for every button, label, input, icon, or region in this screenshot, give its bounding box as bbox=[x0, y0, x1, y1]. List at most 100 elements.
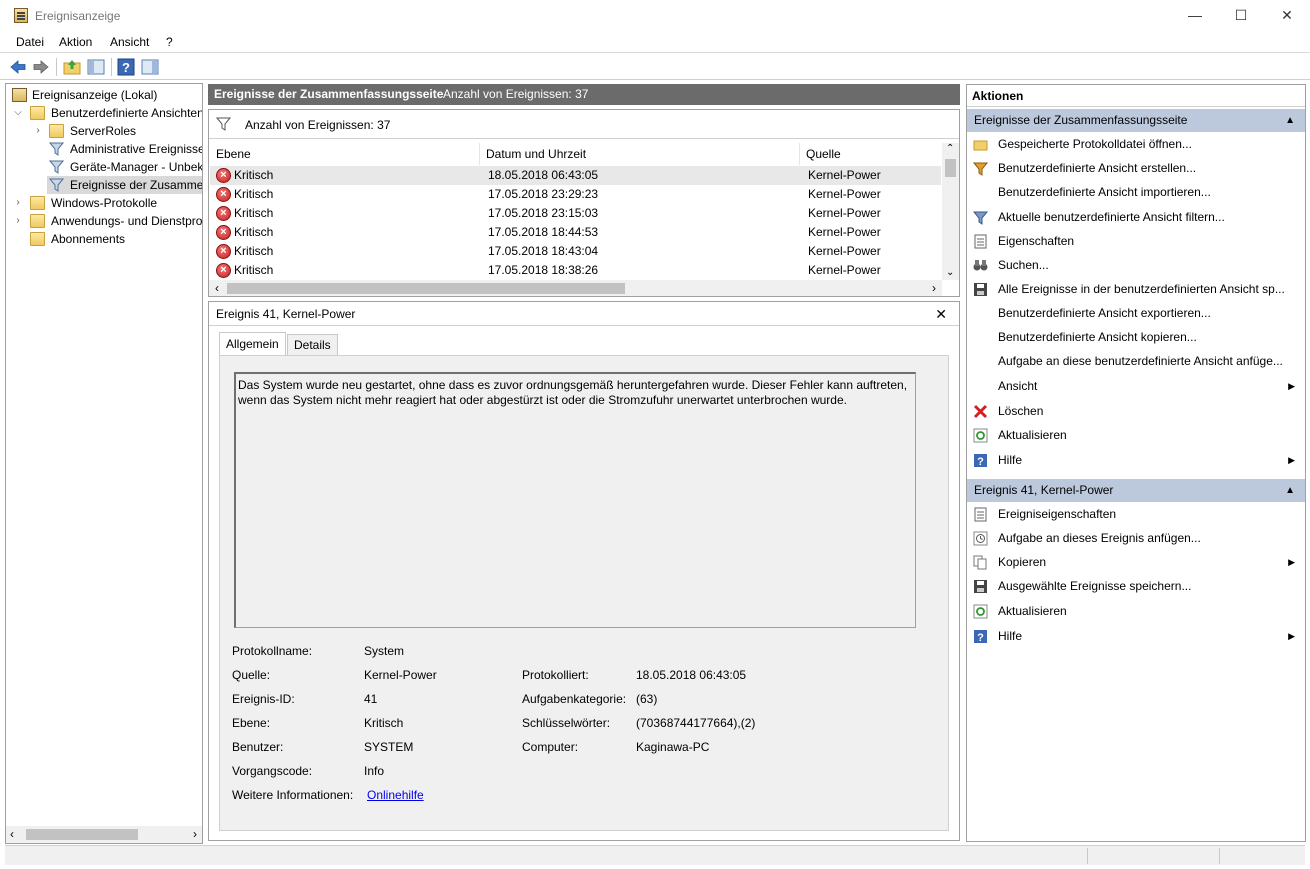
scroll-down-icon[interactable]: ⌄ bbox=[946, 267, 954, 278]
scroll-thumb[interactable] bbox=[227, 283, 625, 294]
event-description[interactable]: Das System wurde neu gestartet, ohne das… bbox=[234, 372, 916, 628]
tree-item-windows-logs[interactable]: › Windows-Protokolle bbox=[6, 194, 202, 212]
horizontal-scrollbar[interactable]: ‹ › bbox=[6, 826, 202, 843]
tree-item-root[interactable]: Ereignisanzeige (Lokal) bbox=[6, 86, 202, 104]
tree-item-serverroles[interactable]: › ServerRoles bbox=[6, 122, 202, 140]
chevron-down-icon[interactable]: ⌵ bbox=[12, 104, 24, 122]
close-icon[interactable]: ✕ bbox=[935, 302, 947, 326]
action-attach-task-custom-view[interactable]: Aufgabe an diese benutzerdefinierte Ansi… bbox=[967, 350, 1305, 373]
binoculars-icon bbox=[973, 260, 988, 271]
tab-details[interactable]: Details bbox=[287, 334, 338, 356]
section-summary-header[interactable]: Ereignisse der Zusammenfassungsseite ▲ bbox=[967, 109, 1305, 132]
scroll-thumb[interactable] bbox=[945, 159, 956, 177]
action-delete[interactable]: Löschen bbox=[967, 400, 1305, 423]
scroll-left-icon[interactable]: ‹ bbox=[10, 827, 14, 841]
action-label: Hilfe bbox=[998, 629, 1023, 643]
folder-up-icon[interactable] bbox=[63, 58, 81, 76]
chevron-right-icon[interactable]: › bbox=[12, 212, 24, 230]
action-search[interactable]: Suchen... bbox=[967, 254, 1305, 277]
cell-datetime: 18.05.2018 06:43:05 bbox=[488, 168, 599, 182]
tree-item-subscriptions[interactable]: Abonnements bbox=[6, 230, 202, 248]
action-filter-current-view[interactable]: Aktuelle benutzerdefinierte Ansicht filt… bbox=[967, 206, 1305, 229]
show-hide-tree-icon[interactable] bbox=[87, 58, 105, 76]
tab-allgemein[interactable]: Allgemein bbox=[219, 332, 286, 357]
subscriptions-icon bbox=[30, 232, 45, 246]
collapse-up-icon[interactable]: ▲ bbox=[1285, 479, 1295, 502]
cell-datetime: 17.05.2018 18:38:26 bbox=[488, 263, 599, 277]
forward-arrow-icon[interactable] bbox=[32, 58, 50, 76]
table-row[interactable]: × Kritisch 17.05.2018 23:15:03 Kernel-Po… bbox=[210, 204, 941, 223]
minimize-button[interactable]: — bbox=[1172, 0, 1218, 31]
action-label: Benutzerdefinierte Ansicht kopieren... bbox=[998, 330, 1197, 344]
help-icon[interactable]: ? bbox=[117, 58, 135, 76]
event-detail-pane: Ereignis 41, Kernel-Power ✕ Allgemein De… bbox=[208, 301, 960, 841]
table-row[interactable]: × Kritisch 17.05.2018 18:43:04 Kernel-Po… bbox=[210, 242, 941, 261]
scroll-left-icon[interactable]: ‹ bbox=[215, 281, 219, 295]
column-header-datum[interactable]: Datum und Uhrzeit bbox=[480, 143, 800, 165]
menu-help[interactable]: ? bbox=[166, 35, 173, 49]
action-create-custom-view[interactable]: Benutzerdefinierte Ansicht erstellen... bbox=[967, 157, 1305, 180]
close-window-button[interactable]: ✕ bbox=[1264, 0, 1310, 31]
critical-error-icon: × bbox=[216, 187, 231, 202]
action-refresh[interactable]: Aktualisieren bbox=[967, 424, 1305, 447]
column-header-ebene[interactable]: Ebene bbox=[210, 143, 480, 165]
menu-ansicht[interactable]: Ansicht bbox=[110, 35, 149, 49]
action-copy-custom-view[interactable]: Benutzerdefinierte Ansicht kopieren... bbox=[967, 326, 1305, 349]
action-event-properties[interactable]: Ereigniseigenschaften bbox=[967, 503, 1305, 526]
action-label: Suchen... bbox=[998, 258, 1049, 272]
toolbar-separator bbox=[56, 58, 57, 76]
scroll-thumb[interactable] bbox=[26, 829, 138, 840]
maximize-button[interactable]: ☐ bbox=[1218, 0, 1264, 31]
action-save-selected-events[interactable]: Ausgewählte Ereignisse speichern... bbox=[967, 575, 1305, 598]
collapse-up-icon[interactable]: ▲ bbox=[1285, 109, 1295, 132]
vertical-scrollbar[interactable]: ⌃ ⌄ bbox=[942, 143, 959, 280]
delete-x-icon bbox=[973, 404, 988, 419]
action-attach-task-event[interactable]: Aufgabe an dieses Ereignis anfügen... bbox=[967, 527, 1305, 550]
tree-item-custom-views[interactable]: ⌵ Benutzerdefinierte Ansichten bbox=[6, 104, 202, 122]
value-quelle: Kernel-Power bbox=[364, 668, 437, 682]
action-label: Eigenschaften bbox=[998, 234, 1075, 248]
table-row[interactable]: × Kritisch 17.05.2018 18:38:26 Kernel-Po… bbox=[210, 261, 941, 280]
menu-aktion[interactable]: Aktion bbox=[59, 35, 92, 49]
action-properties[interactable]: Eigenschaften bbox=[967, 230, 1305, 253]
action-help[interactable]: ? Hilfe ▶ bbox=[967, 449, 1305, 472]
table-row[interactable]: × Kritisch 18.05.2018 06:43:05 Kernel-Po… bbox=[210, 166, 941, 185]
show-hide-action-pane-icon[interactable] bbox=[141, 58, 159, 76]
action-export-custom-view[interactable]: Benutzerdefinierte Ansicht exportieren..… bbox=[967, 302, 1305, 325]
cell-datetime: 17.05.2018 23:15:03 bbox=[488, 206, 599, 220]
filter-count: Anzahl von Ereignissen: 37 bbox=[245, 118, 391, 132]
tree-item-summary[interactable]: Ereignisse der Zusammen bbox=[47, 176, 202, 194]
scroll-up-icon[interactable]: ⌃ bbox=[946, 143, 954, 154]
section-event-header[interactable]: Ereignis 41, Kernel-Power ▲ bbox=[967, 479, 1305, 502]
table-row[interactable]: × Kritisch 17.05.2018 23:29:23 Kernel-Po… bbox=[210, 185, 941, 204]
tree-item-administrative[interactable]: Administrative Ereignisse bbox=[6, 140, 202, 158]
horizontal-scrollbar[interactable]: ‹ › bbox=[209, 280, 942, 296]
action-import-custom-view[interactable]: Benutzerdefinierte Ansicht importieren..… bbox=[967, 181, 1305, 204]
save-disk-icon bbox=[974, 283, 987, 296]
menu-datei[interactable]: Datei bbox=[16, 35, 44, 49]
action-open-saved-log[interactable]: Gespeicherte Protokolldatei öffnen... bbox=[967, 133, 1305, 156]
column-header-quelle[interactable]: Quelle bbox=[800, 143, 940, 165]
actions-pane: Aktionen Ereignisse der Zusammenfassungs… bbox=[966, 84, 1306, 842]
status-separator bbox=[1087, 848, 1088, 864]
tree-item-device-manager[interactable]: Geräte-Manager - Unbek bbox=[6, 158, 202, 176]
action-help-event[interactable]: ? Hilfe ▶ bbox=[967, 625, 1305, 648]
help-icon: ? bbox=[974, 454, 987, 468]
label-quelle: Quelle: bbox=[232, 668, 271, 682]
table-row[interactable]: × Kritisch 17.05.2018 18:44:53 Kernel-Po… bbox=[210, 223, 941, 242]
online-help-link[interactable]: Onlinehilfe bbox=[367, 788, 424, 802]
svg-text:?: ? bbox=[977, 632, 984, 644]
action-refresh-event[interactable]: Aktualisieren bbox=[967, 600, 1305, 623]
action-copy[interactable]: Kopieren ▶ bbox=[967, 551, 1305, 574]
scroll-right-icon[interactable]: › bbox=[193, 827, 197, 841]
action-save-all-events[interactable]: Alle Ereignisse in der benutzerdefiniert… bbox=[967, 278, 1305, 301]
cell-datetime: 17.05.2018 23:29:23 bbox=[488, 187, 599, 201]
scroll-right-icon[interactable]: › bbox=[932, 281, 936, 295]
action-view[interactable]: Ansicht ▶ bbox=[967, 375, 1305, 398]
chevron-right-icon[interactable]: › bbox=[32, 122, 44, 140]
filter-icon bbox=[49, 142, 64, 156]
tree-item-app-service-logs[interactable]: › Anwendungs- und Dienstpro bbox=[6, 212, 202, 230]
label-ereignis-id: Ereignis-ID: bbox=[232, 692, 295, 706]
back-arrow-icon[interactable] bbox=[9, 58, 27, 76]
chevron-right-icon[interactable]: › bbox=[12, 194, 24, 212]
